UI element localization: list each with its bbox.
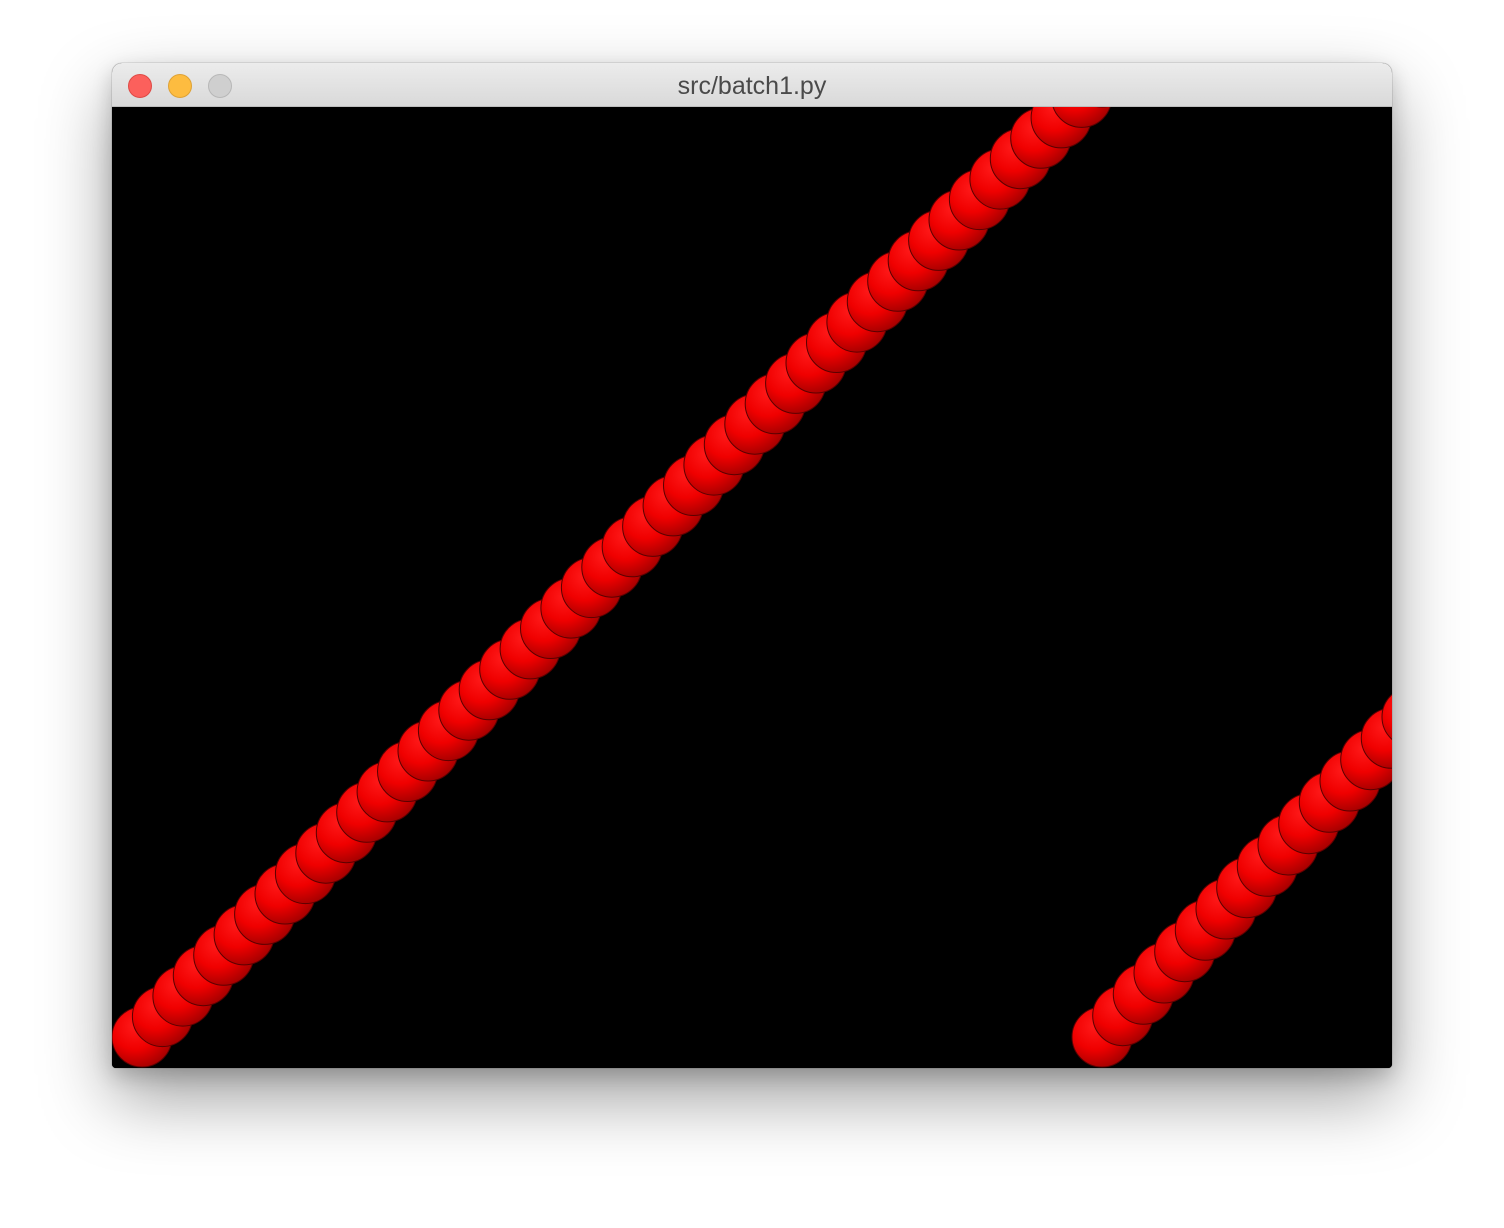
window-title: src/batch1.py [677, 72, 827, 100]
scene-svg [112, 107, 1392, 1068]
game-canvas[interactable] [112, 107, 1392, 1068]
title-bar[interactable]: src/batch1.py [112, 63, 1392, 107]
app-window: src/batch1.py [112, 63, 1392, 1068]
